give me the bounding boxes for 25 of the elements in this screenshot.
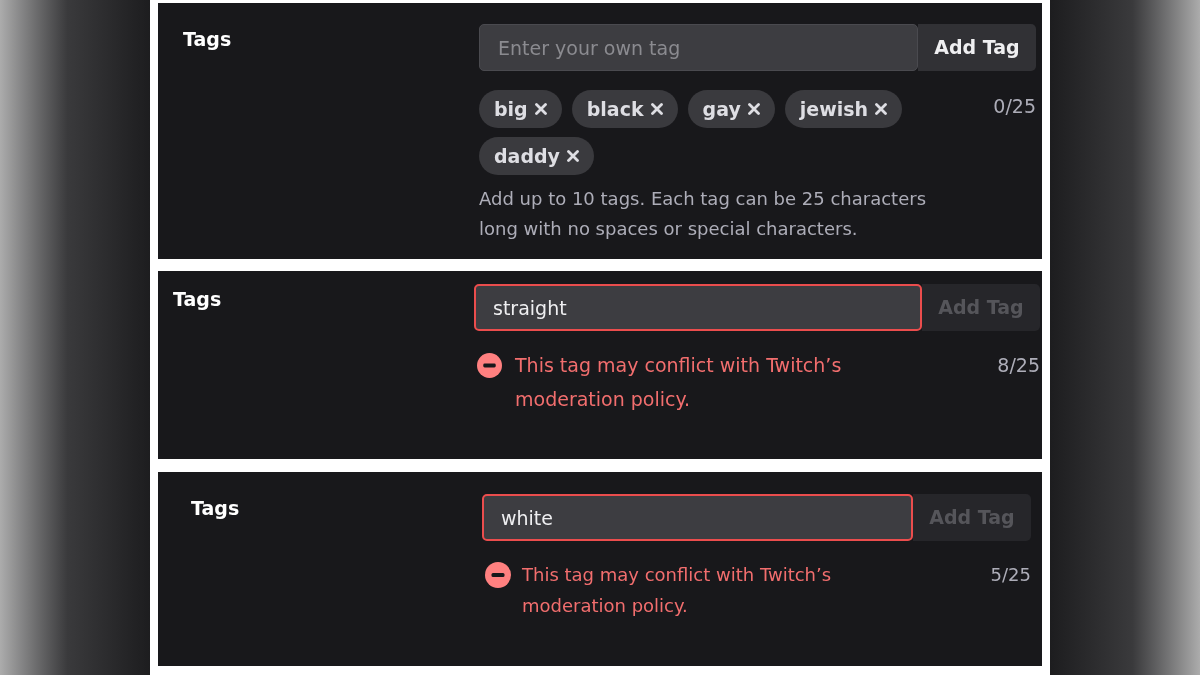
char-counter: 0/25 — [993, 94, 1036, 118]
field-label: Tags — [173, 288, 222, 310]
field-label: Tags — [191, 497, 240, 519]
tag-text: jewish — [799, 96, 869, 122]
tag-input[interactable]: straight — [474, 284, 922, 331]
tag-text: daddy — [494, 143, 560, 169]
tag-text: big — [494, 96, 528, 122]
minus-circle-icon — [477, 353, 502, 378]
tag-input[interactable]: Enter your own tag — [479, 24, 918, 71]
tag-text: black — [586, 96, 644, 122]
field-label: Tags — [183, 28, 232, 50]
tag-input[interactable]: white — [482, 494, 913, 541]
error-message: This tag may conflict with Twitch’s moderation policy. — [515, 353, 843, 412]
char-counter: 5/25 — [990, 563, 1031, 587]
char-counter: 8/25 — [997, 353, 1040, 378]
add-tag-button[interactable]: Add Tag — [918, 24, 1036, 71]
minus-circle-icon — [485, 562, 511, 588]
close-icon[interactable] — [747, 103, 760, 115]
help-text: Add up to 10 tags. Each tag can be 25 characters long with no spaces or special characters. — [479, 187, 928, 241]
close-icon[interactable] — [567, 150, 579, 162]
tag-text: gay — [702, 96, 741, 122]
close-icon[interactable] — [534, 103, 547, 115]
close-icon[interactable] — [650, 103, 663, 115]
error-message: This tag may conflict with Twitch’s moderation policy. — [522, 563, 833, 618]
close-icon[interactable] — [875, 103, 888, 115]
